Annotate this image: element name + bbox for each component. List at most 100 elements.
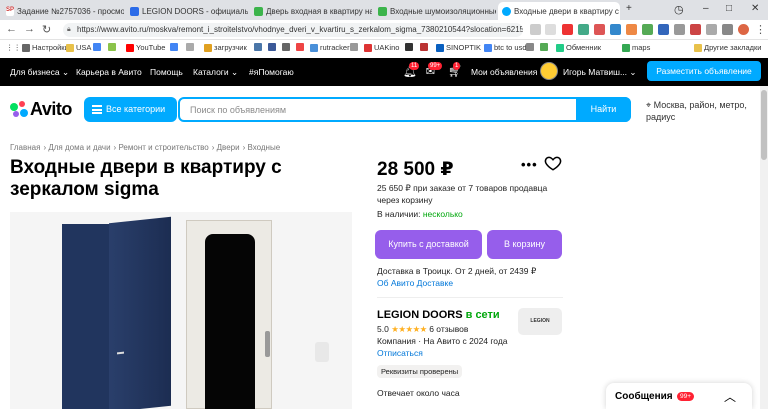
- bookmark-maps[interactable]: maps: [622, 43, 650, 52]
- messages-widget[interactable]: Сообщения 99+ ︿: [606, 383, 752, 409]
- messages-label: Сообщения: [615, 391, 673, 402]
- tab-5-active[interactable]: Входные двери в квартиру с ✕: [498, 2, 620, 20]
- gallery-next-arrow[interactable]: [315, 342, 329, 362]
- tab-label: Дверь входная в квартиру на: [266, 6, 372, 16]
- extension-icon[interactable]: [594, 24, 605, 35]
- breadcrumb-item[interactable]: Главная: [10, 143, 40, 152]
- stock-status: В наличии: несколько: [377, 209, 463, 219]
- seller-company-info: Компания · На Авито с 2024 года: [377, 336, 508, 346]
- maximize-icon[interactable]: □: [726, 3, 732, 14]
- bookmark-youtube[interactable]: YouTube: [126, 43, 165, 52]
- bookmark-misc-7[interactable]: [405, 43, 413, 51]
- buy-with-delivery-button[interactable]: Купить с доставкой: [375, 230, 482, 259]
- bookmark-misc[interactable]: [108, 43, 116, 51]
- bookmark-google-2[interactable]: [170, 43, 178, 51]
- extension-icon[interactable]: [626, 24, 637, 35]
- all-categories-button[interactable]: Все категории: [84, 97, 177, 122]
- bookmark-misc-8[interactable]: [420, 43, 428, 51]
- hamburger-icon: [92, 105, 102, 114]
- product-gallery[interactable]: [10, 212, 352, 409]
- bookmark-misc-3[interactable]: [268, 43, 276, 51]
- avito-logo[interactable]: Avito: [10, 99, 72, 120]
- puzzle-icon[interactable]: [706, 24, 717, 35]
- bookmark-vk[interactable]: [254, 43, 262, 51]
- bookmark-misc-9[interactable]: [526, 43, 534, 51]
- search-button[interactable]: Найти: [576, 97, 631, 122]
- heart-icon[interactable]: [544, 154, 562, 172]
- seller-rating[interactable]: 5.0 ★★★★★ 6 отзывов: [377, 324, 468, 335]
- bookmark-misc-10[interactable]: [540, 43, 548, 51]
- nav-business[interactable]: Для бизнеса ⌄: [10, 67, 69, 78]
- extension-icon[interactable]: [674, 24, 685, 35]
- back-icon[interactable]: ←: [6, 23, 17, 35]
- url-field[interactable]: 🔒︎ https://www.avito.ru/moskva/remont_i_…: [63, 23, 523, 37]
- tab-1[interactable]: SP Задание №2757036 - просмо ✕: [2, 2, 124, 20]
- nav-catalogs[interactable]: Каталоги ⌄: [193, 67, 238, 78]
- tab-4[interactable]: Входные шумоизоляционные ✕: [374, 2, 496, 20]
- bookmark-other[interactable]: Другие закладки: [694, 43, 761, 52]
- seller-logo[interactable]: LEGION: [518, 308, 562, 335]
- window-close-icon[interactable]: ✕: [751, 3, 759, 14]
- bookmark-rutracker[interactable]: rutracker: [310, 43, 350, 52]
- bookmark-misc-5[interactable]: [296, 43, 304, 51]
- bookmark-label: maps: [632, 43, 651, 52]
- bookmark-usa[interactable]: USA: [66, 43, 91, 52]
- bookmark-uakino[interactable]: UAKino: [364, 43, 399, 52]
- apps-icon[interactable]: ⋮⋮: [6, 43, 21, 52]
- star-icon[interactable]: [545, 24, 556, 35]
- breadcrumb-item[interactable]: Ремонт и строительство: [118, 143, 208, 152]
- tab-3[interactable]: Дверь входная в квартиру на ✕: [250, 2, 372, 20]
- share-icon[interactable]: [530, 24, 541, 35]
- more-options-icon[interactable]: •••: [521, 157, 538, 172]
- bookmark-misc-4[interactable]: [282, 43, 290, 51]
- nav-career[interactable]: Карьера в Авито: [76, 67, 142, 77]
- site-icon: [405, 43, 413, 51]
- avito-delivery-link[interactable]: Об Авито Доставке: [377, 278, 453, 288]
- extension-icon[interactable]: [690, 24, 701, 35]
- scrollbar-thumb[interactable]: [761, 90, 767, 160]
- extension-icon[interactable]: [658, 24, 669, 35]
- nav-user-menu[interactable]: Игорь Матвиш... ⌄: [563, 67, 637, 78]
- bookmark-misc-2[interactable]: [186, 43, 194, 51]
- download-icon[interactable]: [722, 24, 733, 35]
- extension-icon[interactable]: [642, 24, 653, 35]
- avatar[interactable]: [540, 62, 558, 80]
- bookmark-settings[interactable]: Настройки: [22, 43, 69, 52]
- delivery-info: Доставка в Троицк. От 2 дней, от 2439 ₽: [377, 266, 537, 276]
- new-tab-button[interactable]: +: [626, 3, 632, 14]
- page-scrollbar[interactable]: [760, 86, 768, 409]
- bookmark-misc-6[interactable]: [350, 43, 358, 51]
- nav-help[interactable]: Помощь: [150, 67, 183, 77]
- bookmark-btc[interactable]: btc to usd: [484, 43, 527, 52]
- extension-icon[interactable]: [578, 24, 589, 35]
- maps-icon: [622, 43, 630, 52]
- exchange-icon: [556, 43, 564, 52]
- tab-2[interactable]: LEGION DOORS - официальн ✕: [126, 2, 248, 20]
- extension-icon[interactable]: [610, 24, 621, 35]
- unsubscribe-link[interactable]: Отписаться: [377, 348, 423, 358]
- menu-icon[interactable]: ⋮: [755, 23, 766, 36]
- minimize-icon[interactable]: –: [703, 3, 709, 14]
- profile-icon[interactable]: [738, 24, 749, 35]
- tab-label: LEGION DOORS - официальн: [142, 6, 248, 16]
- forward-icon[interactable]: →: [24, 23, 35, 35]
- site-icon: [526, 43, 534, 51]
- chevron-up-icon[interactable]: ︿: [724, 388, 736, 405]
- bookmark-exchanger[interactable]: Обменник: [556, 43, 601, 52]
- bookmark-label: UAKino: [374, 43, 400, 52]
- reload-icon[interactable]: ↻: [42, 23, 51, 36]
- location-selector[interactable]: ⌖ Москва, район, метро, радиус: [646, 99, 766, 123]
- bookmark-sinoptik[interactable]: SINOPTIK: [436, 43, 481, 52]
- post-ad-button[interactable]: Разместить объявление: [647, 61, 761, 81]
- bookmark-google[interactable]: [93, 43, 101, 51]
- extension-icon[interactable]: [562, 24, 573, 35]
- breadcrumb-item[interactable]: Для дома и дачи: [48, 143, 110, 152]
- seller-name[interactable]: LEGION DOORS в сети: [377, 309, 500, 321]
- search-input[interactable]: [180, 99, 576, 120]
- bookmark-loader[interactable]: загрузчик: [204, 43, 247, 52]
- breadcrumb-item[interactable]: Входные: [247, 143, 280, 152]
- nav-my-ads[interactable]: Мои объявления: [471, 67, 537, 77]
- nav-helping[interactable]: #яПомогаю: [249, 67, 294, 77]
- breadcrumb-item[interactable]: Двери: [217, 143, 240, 152]
- add-to-cart-button[interactable]: В корзину: [487, 230, 562, 259]
